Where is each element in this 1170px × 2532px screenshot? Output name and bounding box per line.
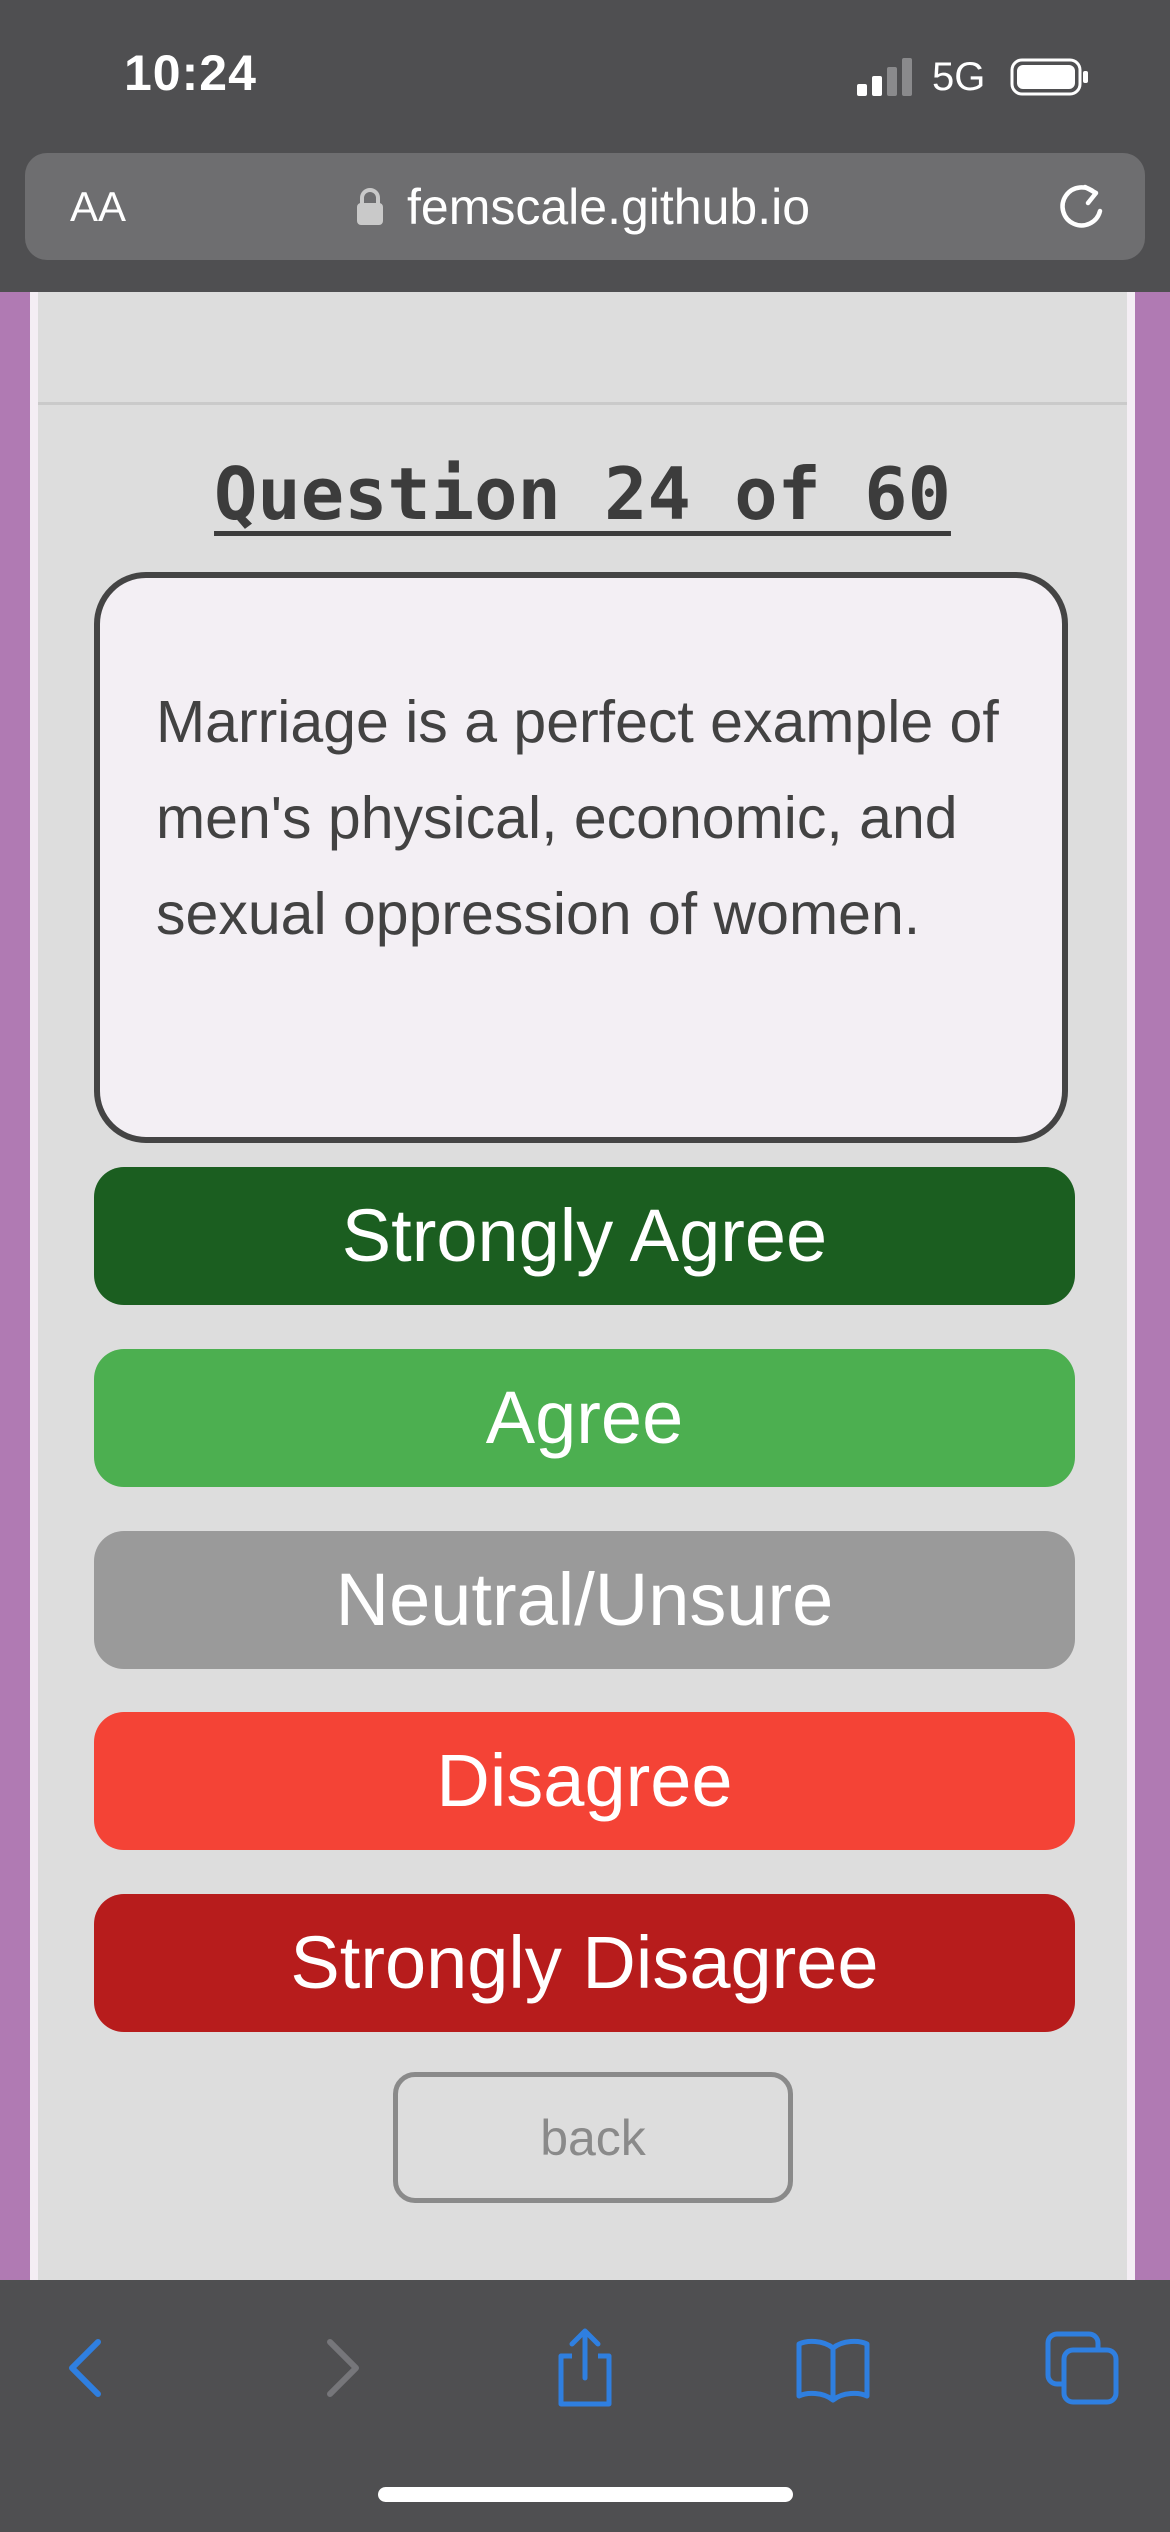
quiz-panel: Question 24 of 60 Marriage is a perfect … (38, 292, 1127, 2280)
reload-icon[interactable] (1055, 181, 1109, 235)
share-icon[interactable] (545, 2328, 625, 2408)
web-content: Question 24 of 60 Marriage is a perfect … (0, 292, 1170, 2280)
bookmarks-icon[interactable] (793, 2328, 873, 2408)
home-indicator (378, 2487, 793, 2502)
url-text: femscale.github.io (407, 179, 811, 235)
strongly-disagree-button[interactable]: Strongly Disagree (94, 1894, 1075, 2032)
status-time: 10:24 (124, 45, 257, 101)
back-icon[interactable] (48, 2328, 128, 2408)
battery-icon (1010, 58, 1088, 96)
neutral-unsure-button[interactable]: Neutral/Unsure (94, 1531, 1075, 1669)
question-title: Question 24 of 60 (214, 452, 951, 536)
lock-icon (357, 188, 383, 225)
back-button[interactable]: back (393, 2072, 793, 2203)
network-type: 5G (932, 55, 986, 99)
address-bar[interactable]: AA femscale.github.io (25, 153, 1145, 260)
divider (38, 402, 1127, 405)
url-display[interactable]: femscale.github.io (355, 175, 810, 239)
page-container: Question 24 of 60 Marriage is a perfect … (30, 292, 1135, 2280)
agree-button[interactable]: Agree (94, 1349, 1075, 1487)
question-text: Marriage is a perfect example of men's p… (156, 689, 999, 947)
forward-icon[interactable] (300, 2328, 380, 2408)
text-size-button[interactable]: AA (70, 183, 126, 231)
disagree-button[interactable]: Disagree (94, 1712, 1075, 1850)
strongly-agree-button[interactable]: Strongly Agree (94, 1167, 1075, 1305)
tabs-icon[interactable] (1042, 2328, 1122, 2408)
question-card: Marriage is a perfect example of men's p… (94, 572, 1068, 1143)
cellular-signal-icon (857, 58, 912, 96)
status-bar: 10:24 5G (0, 0, 1170, 150)
text-size-label: AA (70, 183, 127, 230)
